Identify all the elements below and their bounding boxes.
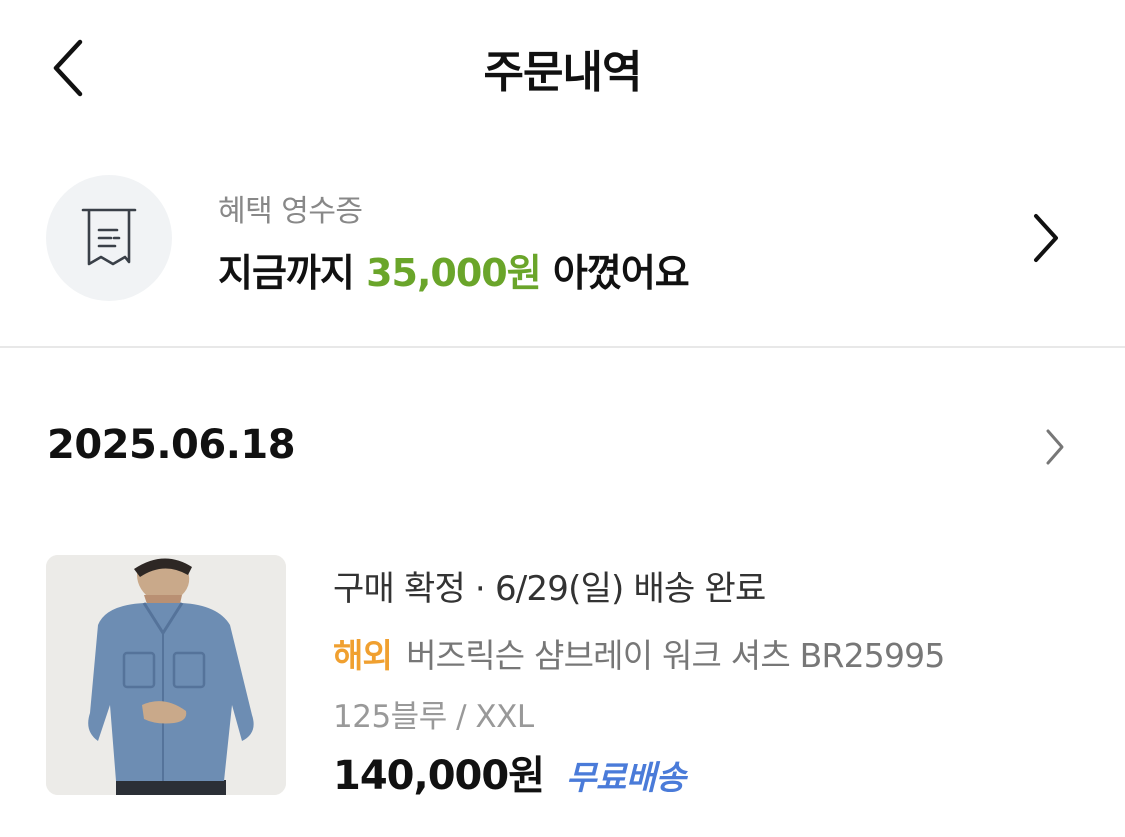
order-history-screen: 주문내역 혜택 영수증 지금까지 35,000원 아꼈어요 2025.06.18 (0, 0, 1125, 837)
receipt-icon-circle (46, 175, 172, 301)
product-name: 버즈릭슨 샴브레이 워크 셔츠 BR25995 (406, 636, 945, 675)
price-line: 140,000원 무료배송 (333, 743, 686, 801)
order-item[interactable]: 구매 확정 · 6/29(일) 배송 완료 해외 버즈릭슨 샴브레이 워크 셔츠 … (0, 555, 1125, 800)
benefit-subtitle: 혜택 영수증 (218, 194, 363, 229)
overseas-badge: 해외 (333, 636, 393, 675)
benefit-receipt-banner[interactable]: 혜택 영수증 지금까지 35,000원 아꼈어요 (0, 160, 1125, 320)
chevron-right-icon (1022, 208, 1070, 268)
savings-amount: 35,000원 (366, 251, 542, 295)
page-title: 주문내역 (483, 47, 643, 98)
benefit-savings-text: 지금까지 35,000원 아꼈어요 (218, 242, 690, 297)
section-divider (0, 346, 1125, 348)
product-option: 125블루 / XXL (333, 699, 534, 735)
receipt-icon (81, 208, 137, 266)
order-date: 2025.06.18 (47, 422, 296, 468)
product-name-line: 해외 버즈릭슨 샴브레이 워크 셔츠 BR25995 (333, 629, 945, 677)
savings-suffix: 아꼈어요 (540, 251, 690, 295)
order-date-header[interactable]: 2025.06.18 (0, 410, 1125, 490)
order-status: 구매 확정 · 6/29(일) 배송 완료 (333, 569, 766, 609)
savings-prefix: 지금까지 (218, 251, 367, 295)
chevron-right-icon (1035, 422, 1075, 472)
header: 주문내역 (0, 0, 1125, 130)
product-image[interactable] (46, 555, 286, 795)
shipping-badge: 무료배송 (566, 758, 686, 797)
product-price: 140,000원 (333, 753, 545, 799)
